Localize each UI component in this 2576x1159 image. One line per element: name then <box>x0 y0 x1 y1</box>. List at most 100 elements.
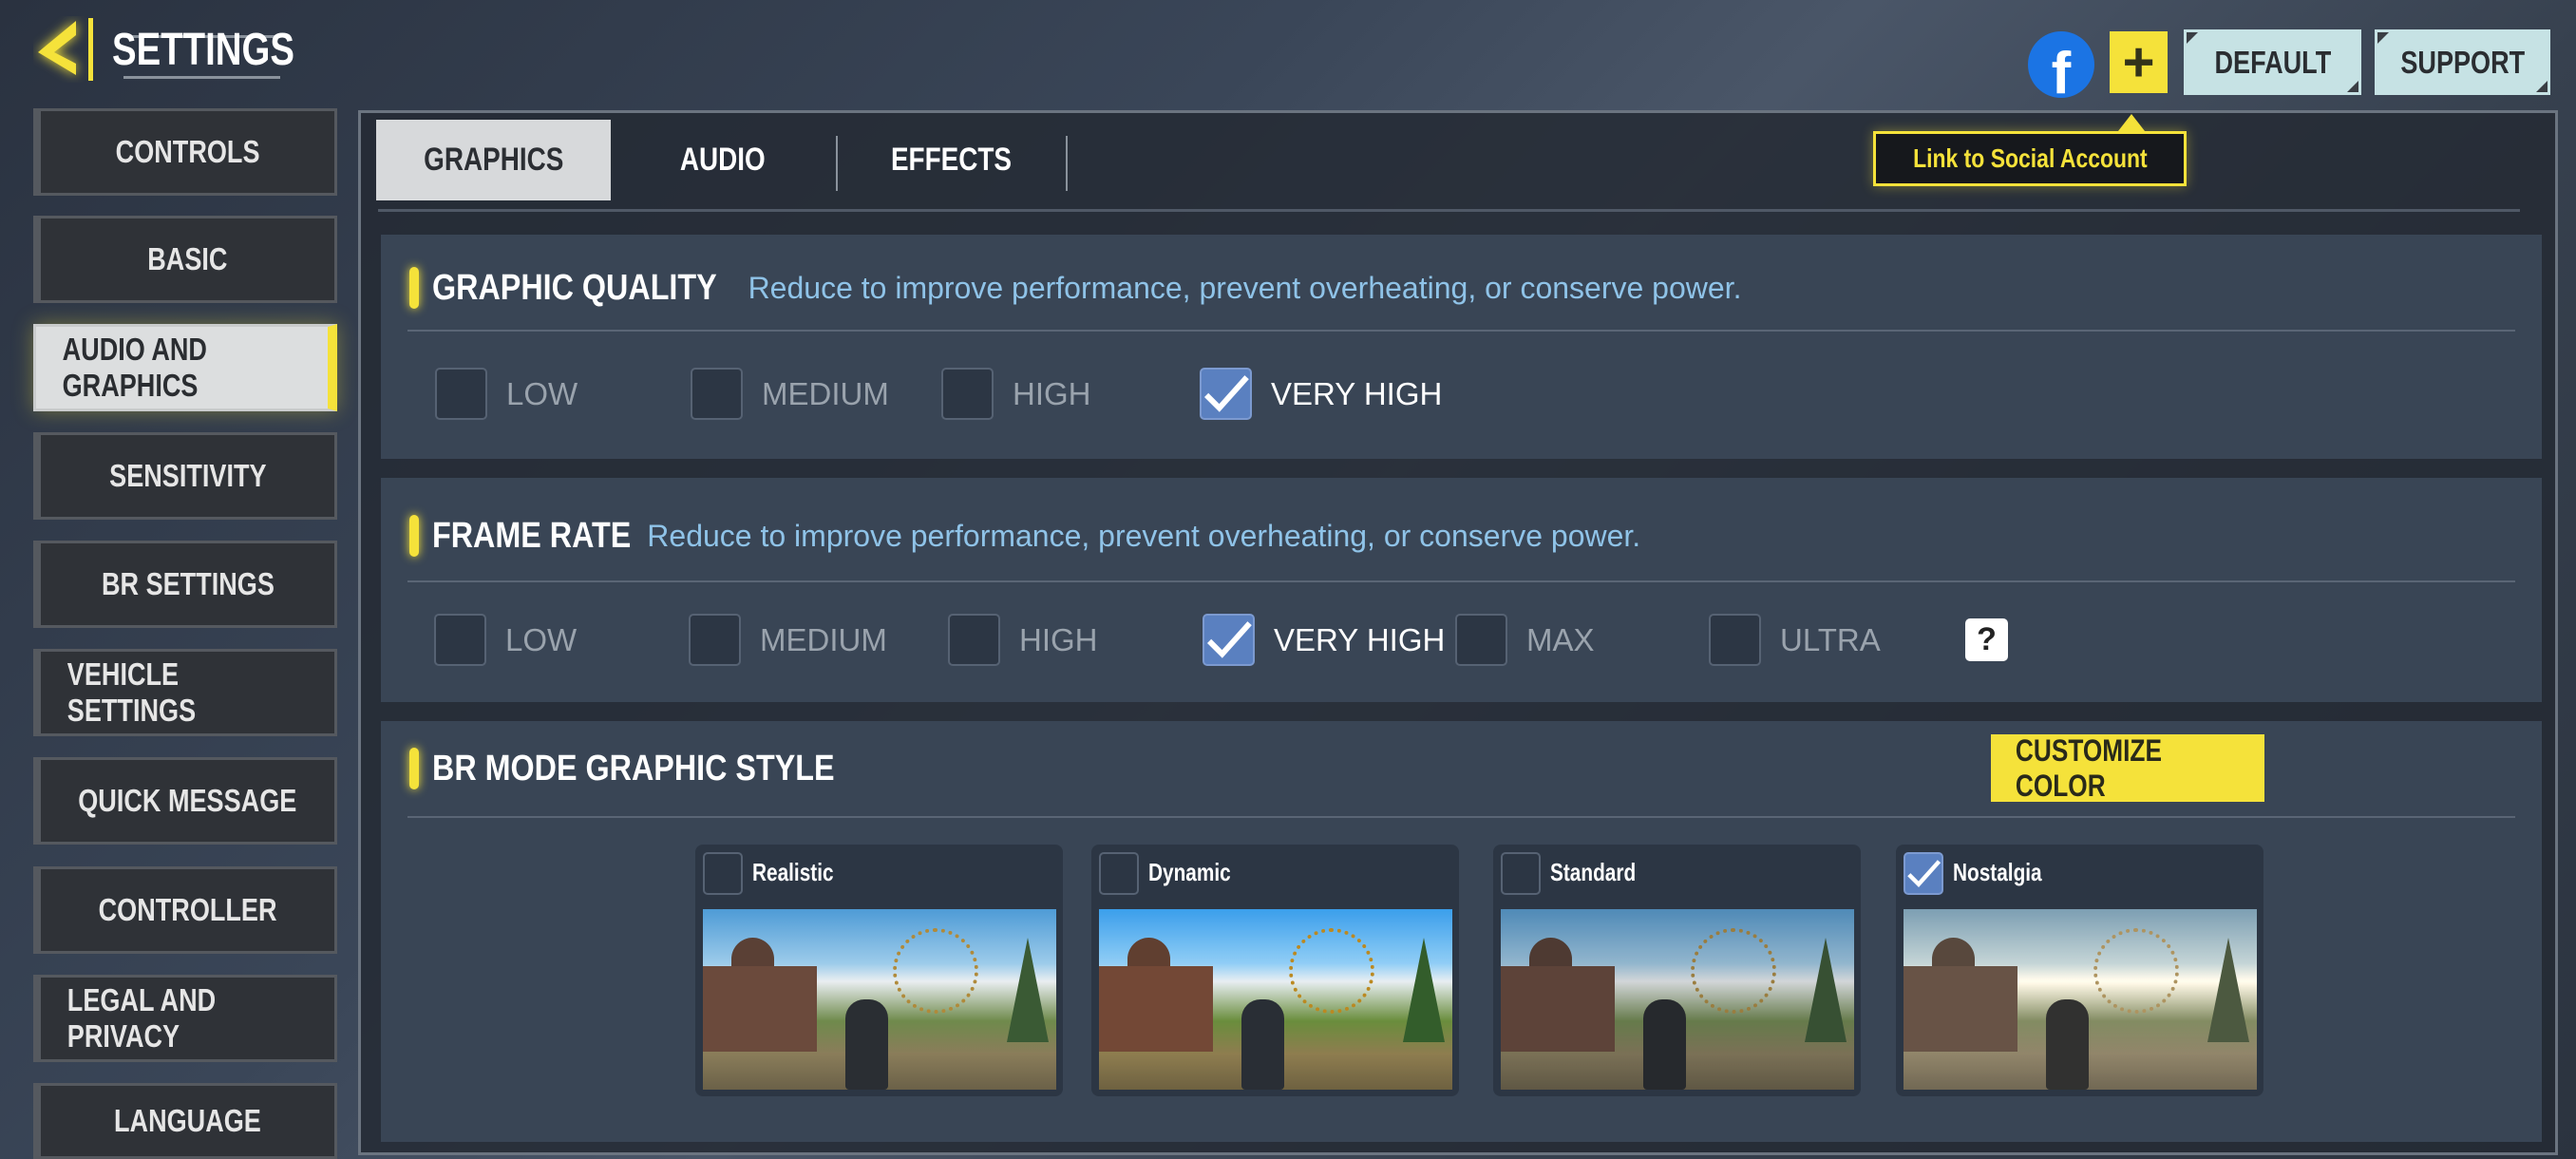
default-label: DEFAULT <box>2214 44 2331 80</box>
sidebar-item-label: CONTROLS <box>115 134 260 169</box>
back-arrow-icon[interactable] <box>33 16 104 83</box>
sidebar-item-language[interactable]: LANGUAGE <box>33 1083 337 1159</box>
plus-icon: + <box>2122 31 2155 93</box>
checkbox[interactable] <box>434 614 486 666</box>
sidebar-item-sensitivity[interactable]: SENSITIVITY <box>33 432 337 520</box>
checkbox-checked[interactable] <box>1203 614 1255 666</box>
section-divider <box>407 330 2515 332</box>
sidebar-item-controls[interactable]: CONTROLS <box>33 108 337 196</box>
checkbox-checked[interactable] <box>1200 368 1252 420</box>
tab-divider <box>1066 136 1068 191</box>
fr-option-medium[interactable]: MEDIUM <box>689 614 887 666</box>
customize-color-label: CUSTOMIZE COLOR <box>2015 732 2162 803</box>
facebook-button[interactable]: f <box>2028 31 2094 98</box>
style-card-nostalgia[interactable]: Nostalgia <box>1896 845 2263 1096</box>
sidebar-item-label: QUICK MESSAGE <box>78 783 297 818</box>
facebook-icon: f <box>2051 41 2072 99</box>
option-label: MAX <box>1526 621 1595 657</box>
checkbox[interactable] <box>691 368 743 420</box>
link-account-button[interactable]: + <box>2110 31 2168 93</box>
style-label: Nostalgia <box>1953 858 2042 886</box>
sidebar-item-label: SENSITIVITY <box>108 458 267 493</box>
section-divider <box>407 816 2515 818</box>
sidebar-item-quick-message[interactable]: QUICK MESSAGE <box>33 757 337 845</box>
style-card-realistic[interactable]: Realistic <box>695 845 1063 1096</box>
checkbox[interactable] <box>948 614 1000 666</box>
social-account-tooltip: Link to Social Account <box>1873 131 2187 186</box>
fr-option-high[interactable]: HIGH <box>948 614 1098 666</box>
fr-option-very-high[interactable]: VERY HIGH <box>1203 614 1445 666</box>
support-button[interactable]: SUPPORT <box>2375 29 2550 95</box>
title-divider-bottom <box>123 76 280 79</box>
sidebar-item-label: CONTROLLER <box>98 892 277 927</box>
sidebar-item-vehicle-settings[interactable]: VEHICLE SETTINGS <box>33 649 337 736</box>
section-title: FRAME RATE <box>432 515 632 556</box>
page-title: SETTINGS <box>112 25 295 75</box>
sidebar-item-label: LANGUAGE <box>114 1103 261 1138</box>
style-card-standard[interactable]: Standard <box>1493 845 1861 1096</box>
sidebar-item-br-settings[interactable]: BR SETTINGS <box>33 541 337 628</box>
section-header: BR MODE GRAPHIC STYLE <box>409 748 886 789</box>
tab-graphics[interactable]: GRAPHICS <box>376 120 611 200</box>
section-marker <box>409 267 419 309</box>
sidebar-item-legal-and-privacy[interactable]: LEGAL AND PRIVACY <box>33 975 337 1062</box>
option-label: LOW <box>506 375 578 411</box>
checkbox[interactable] <box>1099 852 1139 895</box>
tab-label: EFFECTS <box>890 142 1012 178</box>
customize-color-button[interactable]: CUSTOMIZE COLOR <box>1991 732 2264 803</box>
checkbox[interactable] <box>703 852 743 895</box>
checkbox[interactable] <box>941 368 994 420</box>
sidebar-item-label: AUDIO AND GRAPHICS <box>62 332 207 403</box>
checkbox[interactable] <box>1709 614 1761 666</box>
style-preview-image <box>703 909 1056 1090</box>
section-header: FRAME RATE Reduce to improve performance… <box>409 515 1640 557</box>
section-divider <box>407 580 2515 582</box>
tabs-divider <box>378 209 2520 212</box>
gq-option-medium[interactable]: MEDIUM <box>691 368 889 420</box>
sidebar-item-audio-and-graphics[interactable]: AUDIO AND GRAPHICS <box>33 324 337 411</box>
fr-option-ultra[interactable]: ULTRA <box>1709 614 1881 666</box>
help-icon[interactable]: ? <box>1965 618 2008 661</box>
sidebar-item-controller[interactable]: CONTROLLER <box>33 866 337 954</box>
style-card-dynamic[interactable]: Dynamic <box>1091 845 1459 1096</box>
section-title: BR MODE GRAPHIC STYLE <box>432 748 835 788</box>
gq-option-high[interactable]: HIGH <box>941 368 1091 420</box>
section-description: Reduce to improve performance, prevent o… <box>647 518 1641 553</box>
style-label: Dynamic <box>1148 858 1231 886</box>
style-preview-image <box>1099 909 1452 1090</box>
checkmark-icon <box>1907 859 1941 887</box>
fr-option-low[interactable]: LOW <box>434 614 577 666</box>
tooltip-arrow <box>2118 114 2145 131</box>
tab-divider <box>836 136 838 191</box>
checkbox-checked[interactable] <box>1904 852 1943 895</box>
sidebar-item-label: BASIC <box>147 241 228 276</box>
tab-audio[interactable]: AUDIO <box>647 120 799 200</box>
tooltip-text: Link to Social Account <box>1912 143 2148 173</box>
checkmark-icon <box>1206 620 1252 658</box>
fr-option-max[interactable]: MAX <box>1455 614 1595 666</box>
tab-effects[interactable]: EFFECTS <box>864 120 1037 200</box>
sidebar-item-basic[interactable]: BASIC <box>33 216 337 303</box>
checkbox[interactable] <box>435 368 487 420</box>
default-button[interactable]: DEFAULT <box>2184 29 2361 95</box>
style-label: Standard <box>1550 858 1637 886</box>
checkbox[interactable] <box>1455 614 1507 666</box>
style-preview-image <box>1501 909 1854 1090</box>
support-label: SUPPORT <box>2400 44 2525 80</box>
sidebar-item-label: LEGAL AND PRIVACY <box>66 982 217 1054</box>
gq-option-very-high[interactable]: VERY HIGH <box>1200 368 1442 420</box>
gq-option-low[interactable]: LOW <box>435 368 578 420</box>
style-label: Realistic <box>752 858 834 886</box>
section-marker <box>409 748 419 789</box>
option-label: VERY HIGH <box>1271 375 1443 411</box>
section-title: GRAPHIC QUALITY <box>432 267 717 308</box>
checkbox[interactable] <box>689 614 741 666</box>
frame-rate-section: FRAME RATE Reduce to improve performance… <box>381 478 2542 702</box>
option-label: VERY HIGH <box>1274 621 1446 657</box>
tab-label: AUDIO <box>680 142 766 178</box>
option-label: HIGH <box>1019 621 1098 657</box>
checkbox[interactable] <box>1501 852 1541 895</box>
sidebar-item-label: BR SETTINGS <box>101 566 275 601</box>
sidebar-item-label: VEHICLE SETTINGS <box>66 656 197 728</box>
graphic-quality-section: GRAPHIC QUALITY Reduce to improve perfor… <box>381 235 2542 459</box>
